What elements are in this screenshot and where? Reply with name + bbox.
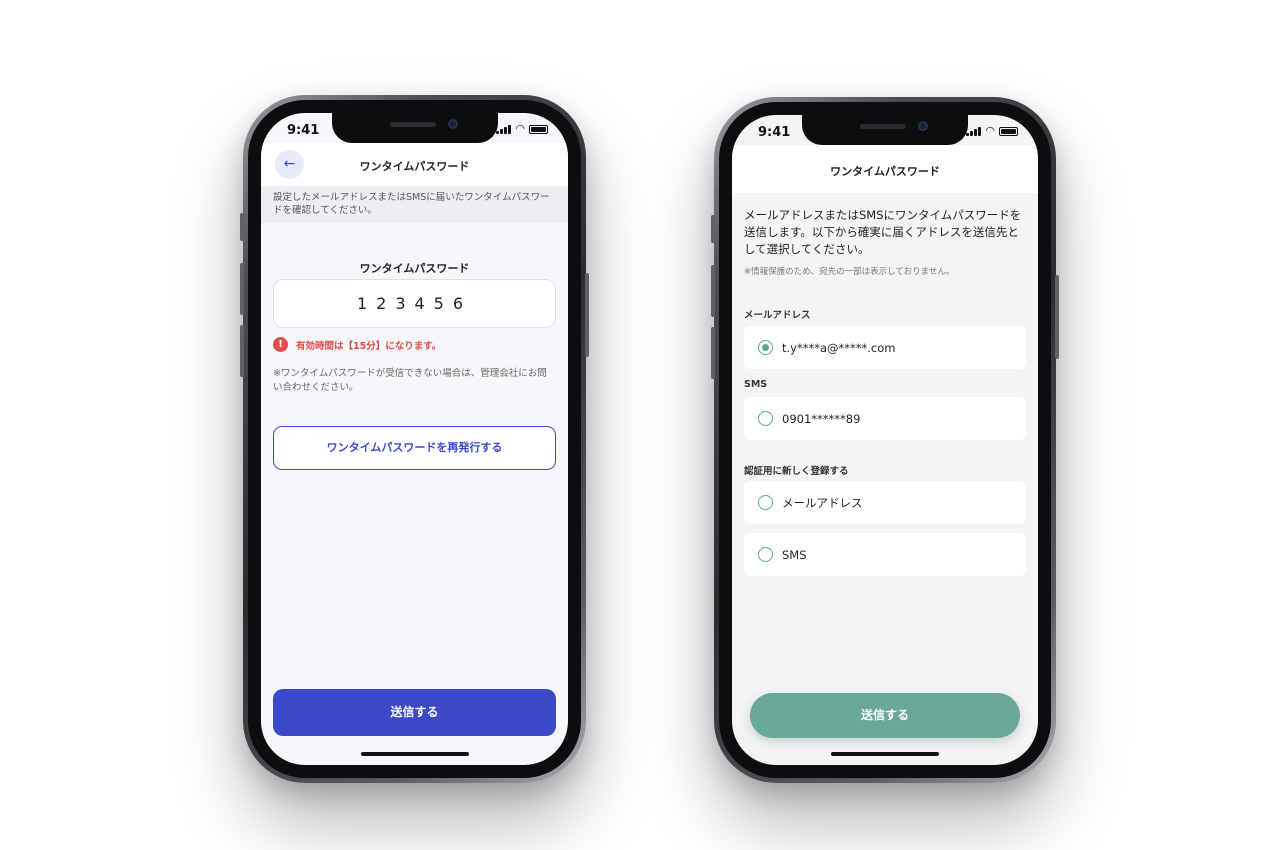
home-indicator	[360, 752, 469, 756]
status-icons: ◠	[966, 124, 1018, 137]
side-button	[585, 273, 589, 357]
phone-right: 9:41 ◠ ワンタイムパスワード メールアドレスまたはSMSにワンタイムパスワ…	[711, 97, 1059, 783]
speaker	[389, 122, 436, 127]
battery-icon	[529, 125, 548, 134]
header: ← ワンタイムパスワード	[261, 143, 568, 186]
expiry-warning: ! 有効時間は【15分】になります。	[273, 337, 556, 352]
side-button	[240, 213, 244, 241]
help-note: ※ワンタイムパスワードが受信できない場合は、管理会社にお問い合わせください。	[273, 368, 547, 393]
otp-label: ワンタイムパスワード	[359, 262, 470, 275]
header: ワンタイムパスワード	[732, 145, 1038, 193]
wifi-icon: ◠	[985, 124, 995, 137]
screen-destination-select: 9:41 ◠ ワンタイムパスワード メールアドレスまたはSMSにワンタイムパスワ…	[732, 115, 1038, 765]
side-button	[240, 263, 244, 315]
notch	[331, 113, 498, 143]
side-button	[711, 327, 715, 379]
section-label-new: 認証用に新しく登録する	[744, 466, 849, 477]
phone-bezel: 9:41 ◠ ワンタイムパスワード メールアドレスまたはSMSにワンタイムパスワ…	[719, 102, 1051, 778]
status-time: 9:41	[287, 123, 320, 138]
status-time: 9:41	[758, 125, 791, 140]
option-email[interactable]: t.y****a@*****.com	[744, 326, 1026, 369]
option-label: メールアドレス	[782, 495, 863, 510]
warning-text: 有効時間は【15分】になります。	[296, 340, 442, 352]
home-indicator	[831, 752, 939, 756]
signal-icon	[496, 124, 512, 134]
side-button	[711, 265, 715, 317]
intro-text: メールアドレスまたはSMSにワンタイムパスワードを送信します。以下から確実に届く…	[744, 208, 1022, 256]
speaker	[860, 124, 906, 129]
section-label-sms: SMS	[744, 379, 768, 390]
page-title: ワンタイムパスワード	[359, 160, 470, 173]
screen-otp-entry: 9:41 ◠ ← ワンタイムパスワード 設定したメールアドレスまたはSMSに届い…	[261, 113, 568, 765]
phone-left: 9:41 ◠ ← ワンタイムパスワード 設定したメールアドレスまたはSMSに届い…	[240, 95, 589, 783]
option-new-email[interactable]: メールアドレス	[744, 481, 1026, 524]
reissue-otp-button[interactable]: ワンタイムパスワードを再発行する	[273, 426, 556, 470]
wifi-icon: ◠	[515, 122, 525, 135]
radio-checked-icon[interactable]	[758, 340, 773, 355]
otp-input[interactable]: 123456	[273, 279, 556, 328]
signal-icon	[966, 126, 982, 136]
option-label: t.y****a@*****.com	[782, 340, 896, 355]
camera	[918, 121, 928, 131]
option-label: SMS	[782, 547, 807, 562]
side-button	[711, 215, 715, 243]
status-icons: ◠	[496, 122, 548, 135]
side-button	[240, 325, 244, 377]
notch	[802, 115, 968, 145]
camera	[447, 119, 458, 129]
phone-bezel: 9:41 ◠ ← ワンタイムパスワード 設定したメールアドレスまたはSMSに届い…	[248, 100, 581, 778]
submit-button[interactable]: 送信する	[750, 693, 1020, 738]
page-title: ワンタイムパスワード	[830, 165, 940, 178]
radio-icon[interactable]	[758, 495, 773, 510]
option-new-sms[interactable]: SMS	[744, 533, 1026, 576]
radio-icon[interactable]	[758, 547, 773, 562]
option-label: 0901******89	[782, 411, 861, 426]
alert-icon: !	[273, 337, 288, 352]
side-button	[1055, 275, 1059, 359]
submit-button[interactable]: 送信する	[273, 689, 556, 736]
option-sms[interactable]: 0901******89	[744, 397, 1026, 440]
instruction-banner: 設定したメールアドレスまたはSMSに届いたワンタイムパスワードを確認してください…	[261, 186, 568, 223]
radio-icon[interactable]	[758, 411, 773, 426]
privacy-note: ※情報保護のため、宛先の一部は表示しておりません。	[744, 267, 955, 277]
battery-icon	[999, 127, 1018, 136]
section-label-email: メールアドレス	[744, 310, 811, 321]
